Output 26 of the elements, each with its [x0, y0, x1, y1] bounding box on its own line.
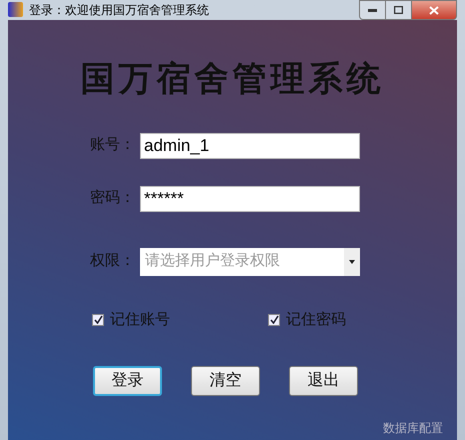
action-button[interactable]: 登录: [93, 366, 162, 396]
action-button[interactable]: 退出: [289, 366, 358, 396]
field-label: 权限：: [90, 251, 136, 272]
dropdown-placeholder: 请选择用户登录权限: [144, 251, 281, 272]
checkbox[interactable]: [92, 314, 104, 326]
checkbox[interactable]: [268, 314, 280, 326]
app-heading: 国万宿舍管理系统: [80, 58, 384, 100]
app-icon: [8, 2, 23, 18]
dropdown-arrow-icon: [349, 260, 355, 264]
checkbox-label: 记住密码: [286, 310, 346, 330]
input-field[interactable]: admin_1: [140, 132, 360, 158]
checkbox-label: 记住账号: [110, 310, 170, 330]
minimize-icon: [368, 8, 377, 12]
window-title: 登录：欢迎使用国万宿舍管理系统: [29, 2, 209, 19]
minimize-button[interactable]: [359, 0, 386, 20]
checkmark-icon: [94, 315, 102, 324]
maximize-icon: [394, 6, 403, 14]
checkmark-icon: [270, 315, 278, 324]
action-button[interactable]: 清空: [191, 366, 260, 396]
field-label: 密码：: [90, 188, 136, 208]
field-label: 账号：: [90, 135, 136, 156]
input-field[interactable]: ******: [140, 186, 360, 212]
maximize-button[interactable]: [386, 0, 412, 20]
database-config-link[interactable]: 数据库配置: [383, 421, 443, 435]
close-button[interactable]: [412, 0, 457, 20]
close-icon: [429, 6, 439, 14]
